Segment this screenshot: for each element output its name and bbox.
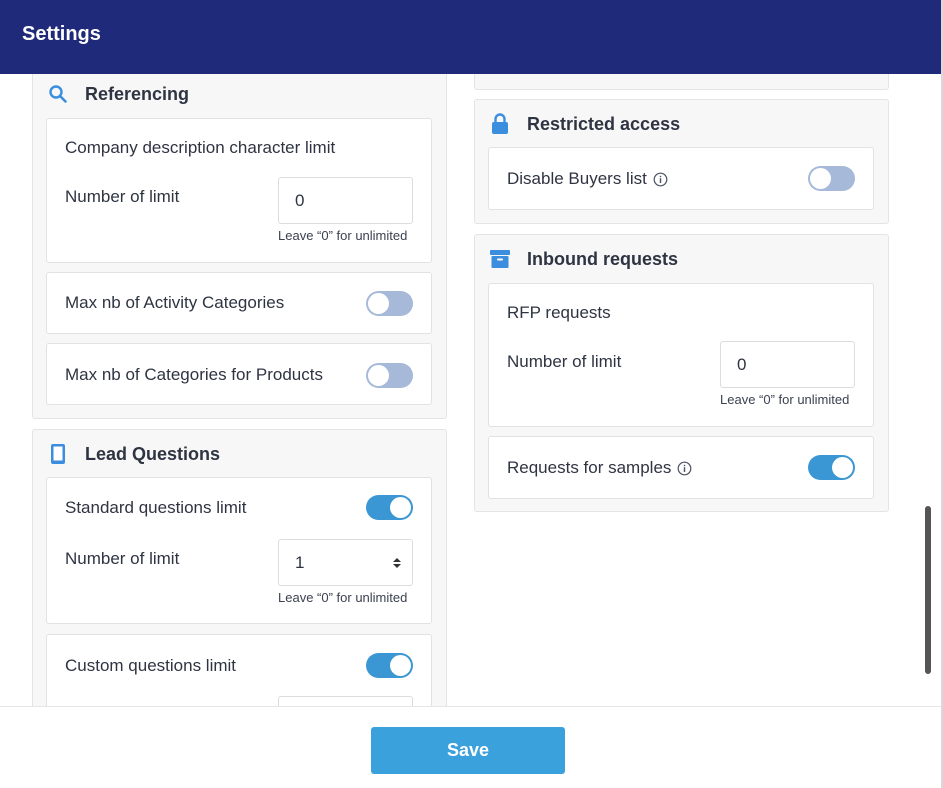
product-categories-toggle[interactable]	[366, 363, 413, 388]
disable-buyers-label: Disable Buyers list	[507, 169, 668, 189]
rfp-requests-card: RFP requests Number of limit 0 Leave “0”…	[488, 283, 874, 427]
custom-questions-label: Custom questions limit	[65, 656, 237, 675]
disable-buyers-text: Disable Buyers list	[507, 169, 647, 188]
referencing-header: Referencing	[47, 79, 189, 109]
toggle-knob	[368, 293, 389, 314]
rfp-limit-label: Number of limit	[507, 352, 622, 371]
stepper-arrows-icon[interactable]	[392, 552, 402, 574]
restricted-access-title: Restricted access	[527, 113, 681, 134]
rfp-limit-value: 0	[737, 355, 747, 374]
settings-header: Settings	[0, 0, 941, 74]
lead-questions-title: Lead Questions	[85, 443, 221, 464]
rfp-limit-hint: Leave “0” for unlimited	[720, 392, 850, 407]
activity-categories-card: Max nb of Activity Categories	[46, 272, 432, 334]
standard-questions-toggle[interactable]	[366, 495, 413, 520]
scrollbar-thumb[interactable]	[925, 506, 931, 674]
lock-icon	[489, 113, 511, 135]
company-limit-label: Number of limit	[65, 187, 180, 206]
info-icon[interactable]	[653, 172, 668, 187]
custom-questions-card: Custom questions limit	[46, 634, 432, 706]
company-limit-value: 0	[295, 191, 305, 210]
samples-card: Requests for samples	[488, 436, 874, 499]
standard-limit-value: 1	[295, 553, 305, 572]
standard-limit-hint: Leave “0” for unlimited	[278, 590, 408, 605]
rfp-requests-label: RFP requests	[507, 303, 611, 322]
samples-toggle[interactable]	[808, 455, 855, 480]
activity-categories-label: Max nb of Activity Categories	[65, 293, 285, 312]
standard-limit-label: Number of limit	[65, 549, 180, 568]
previous-section	[474, 74, 889, 90]
samples-text: Requests for samples	[507, 458, 672, 477]
footer: Save	[0, 706, 941, 788]
company-description-label: Company description character limit	[65, 138, 336, 157]
company-limit-input[interactable]: 0	[278, 177, 413, 224]
lead-questions-header: Lead Questions	[47, 439, 220, 469]
custom-questions-toggle[interactable]	[366, 653, 413, 678]
page-title: Settings	[22, 23, 101, 45]
toggle-knob	[390, 655, 411, 676]
save-button[interactable]: Save	[371, 727, 565, 774]
toggle-knob	[368, 365, 389, 386]
archive-icon	[489, 248, 511, 270]
standard-questions-label: Standard questions limit	[65, 498, 247, 517]
toggle-knob	[390, 497, 411, 518]
phone-icon	[47, 443, 69, 465]
referencing-section: Referencing Company description characte…	[32, 74, 447, 419]
standard-limit-input[interactable]: 1	[278, 539, 413, 586]
samples-label: Requests for samples	[507, 458, 692, 478]
restricted-access-header: Restricted access	[489, 109, 680, 139]
restricted-access-section: Restricted access Disable Buyers list	[474, 99, 889, 224]
inbound-requests-header: Inbound requests	[489, 244, 678, 274]
product-categories-card: Max nb of Categories for Products	[46, 343, 432, 405]
referencing-title: Referencing	[85, 83, 190, 104]
toggle-knob	[832, 457, 853, 478]
product-categories-label: Max nb of Categories for Products	[65, 365, 323, 384]
lead-questions-section: Lead Questions Standard questions limit …	[32, 429, 447, 706]
company-limit-hint: Leave “0” for unlimited	[278, 228, 408, 243]
inbound-requests-title: Inbound requests	[527, 248, 679, 269]
rfp-limit-input[interactable]: 0	[720, 341, 855, 388]
activity-categories-toggle[interactable]	[366, 291, 413, 316]
inbound-requests-section: Inbound requests RFP requests Number of …	[474, 234, 889, 512]
info-icon[interactable]	[677, 461, 692, 476]
search-icon	[47, 83, 69, 105]
disable-buyers-toggle[interactable]	[808, 166, 855, 191]
toggle-knob	[810, 168, 831, 189]
custom-limit-input[interactable]	[278, 696, 413, 706]
standard-questions-card: Standard questions limit Number of limit…	[46, 477, 432, 624]
company-description-card: Company description character limit Numb…	[46, 118, 432, 263]
disable-buyers-card: Disable Buyers list	[488, 147, 874, 210]
settings-content: Referencing Company description characte…	[0, 74, 941, 706]
